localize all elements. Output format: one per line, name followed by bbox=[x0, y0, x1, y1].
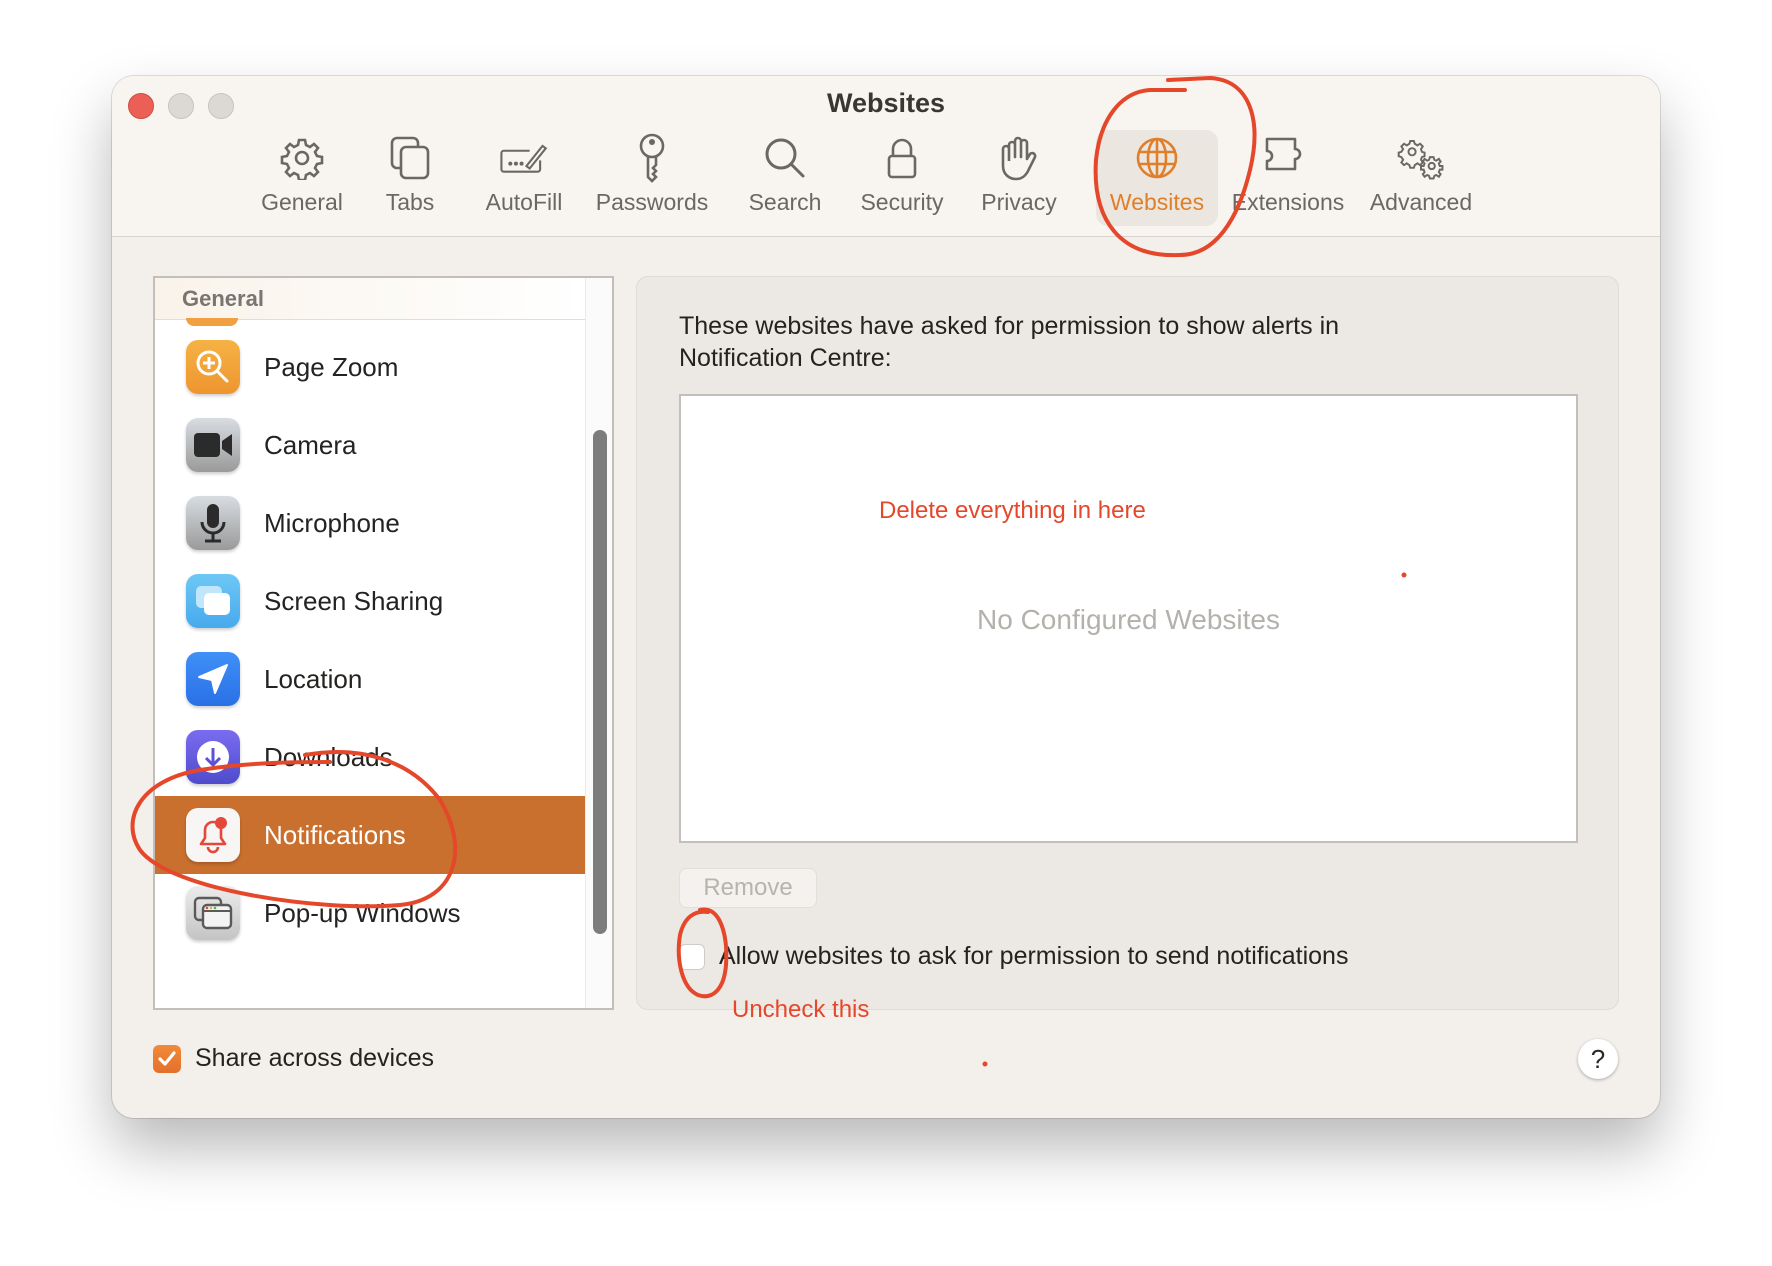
allow-permission-checkbox[interactable] bbox=[679, 943, 705, 970]
tab-label: AutoFill bbox=[485, 189, 563, 215]
sidebar-item-popup-windows[interactable]: Pop-up Windows bbox=[155, 874, 586, 952]
key-icon bbox=[627, 133, 677, 183]
camera-icon bbox=[186, 418, 240, 472]
sidebar-item-page-zoom[interactable]: Page Zoom bbox=[155, 328, 586, 406]
section-header: General bbox=[155, 278, 585, 320]
popup-windows-icon bbox=[186, 886, 240, 940]
item-label: Location bbox=[264, 663, 363, 694]
item-label: Downloads bbox=[264, 741, 393, 772]
sidebar-item-location[interactable]: Location bbox=[155, 640, 586, 718]
sidebar-item-notifications[interactable]: Notifications bbox=[155, 796, 586, 874]
annotation-delete-note: Delete everything in here bbox=[879, 497, 1146, 524]
remove-button[interactable]: Remove bbox=[679, 868, 817, 908]
share-across-devices-checkbox[interactable] bbox=[153, 1044, 181, 1073]
tab-tabs[interactable]: Tabs bbox=[365, 130, 455, 226]
settings-toolbar: General Tabs AutoFill Passwords Search S… bbox=[112, 130, 1660, 230]
lock-icon bbox=[877, 133, 927, 183]
tab-label: Tabs bbox=[385, 189, 435, 215]
sidebar-item-camera[interactable]: Camera bbox=[155, 406, 586, 484]
tab-security[interactable]: Security bbox=[847, 130, 957, 226]
tab-search[interactable]: Search bbox=[735, 130, 835, 226]
tabs-icon bbox=[385, 133, 435, 183]
scrollbar-track[interactable] bbox=[585, 278, 612, 1008]
tab-label: Extensions bbox=[1231, 189, 1345, 215]
notifications-panel: These websites have asked for permission… bbox=[636, 276, 1619, 1010]
tab-label: Websites bbox=[1109, 189, 1205, 215]
empty-list-message: No Configured Websites bbox=[977, 604, 1280, 635]
allow-permission-label[interactable]: Allow websites to ask for permission to … bbox=[719, 942, 1348, 971]
hand-icon bbox=[994, 133, 1044, 183]
item-label: Microphone bbox=[264, 507, 400, 538]
gears-icon bbox=[1396, 133, 1446, 183]
tab-label: General bbox=[261, 189, 343, 215]
sidebar-item-downloads[interactable]: Downloads bbox=[155, 718, 586, 796]
share-across-devices-row[interactable]: Share across devices bbox=[153, 1044, 434, 1073]
tab-label: Passwords bbox=[595, 189, 709, 215]
location-icon bbox=[186, 652, 240, 706]
tab-label: Security bbox=[860, 189, 944, 215]
help-button[interactable]: ? bbox=[1578, 1039, 1618, 1079]
panel-description: These websites have asked for permission… bbox=[679, 312, 1340, 372]
titlebar: Websites General Tabs AutoFill Passwords… bbox=[112, 76, 1660, 237]
item-label: Pop-up Windows bbox=[264, 897, 461, 928]
item-label: Screen Sharing bbox=[264, 585, 444, 616]
puzzle-icon bbox=[1263, 133, 1313, 183]
allow-permission-row[interactable]: Allow websites to ask for permission to … bbox=[679, 942, 1348, 971]
item-label: Notifications bbox=[264, 819, 406, 850]
microphone-icon bbox=[186, 496, 240, 550]
partial-list-icon bbox=[186, 318, 238, 326]
item-label: Page Zoom bbox=[264, 351, 399, 382]
tab-label: Advanced bbox=[1369, 189, 1473, 215]
tab-label: Privacy bbox=[981, 189, 1057, 215]
tab-privacy[interactable]: Privacy bbox=[969, 130, 1069, 226]
downloads-icon bbox=[186, 730, 240, 784]
share-across-devices-label[interactable]: Share across devices bbox=[195, 1044, 434, 1073]
autofill-icon bbox=[499, 133, 549, 183]
permission-category-list[interactable]: General Page Zoom Camera Microphone Scre… bbox=[153, 276, 614, 1010]
screen-sharing-icon bbox=[186, 574, 240, 628]
window-title: Websites bbox=[826, 88, 946, 118]
notifications-icon bbox=[186, 808, 240, 862]
tab-websites[interactable]: Websites bbox=[1096, 130, 1218, 226]
tab-autofill[interactable]: AutoFill bbox=[469, 130, 579, 226]
tab-advanced[interactable]: Advanced bbox=[1365, 130, 1477, 226]
scrollbar-thumb[interactable] bbox=[593, 430, 607, 934]
sidebar-item-screen-sharing[interactable]: Screen Sharing bbox=[155, 562, 586, 640]
gear-icon bbox=[277, 133, 327, 183]
tab-general[interactable]: General bbox=[252, 130, 352, 226]
tab-extensions[interactable]: Extensions bbox=[1230, 130, 1346, 226]
item-label: Camera bbox=[264, 429, 357, 460]
annotation-uncheck-note: Uncheck this bbox=[732, 996, 870, 1023]
tab-passwords[interactable]: Passwords bbox=[587, 130, 717, 226]
websites-list[interactable]: No Configured Websites bbox=[679, 394, 1578, 843]
tab-label: Search bbox=[748, 189, 822, 215]
safari-settings-window: Websites General Tabs AutoFill Passwords… bbox=[112, 76, 1660, 1118]
sidebar-item-microphone[interactable]: Microphone bbox=[155, 484, 586, 562]
search-icon bbox=[760, 133, 810, 183]
page-zoom-icon bbox=[186, 340, 240, 394]
globe-icon bbox=[1132, 133, 1182, 183]
checkmark-icon bbox=[158, 1050, 176, 1066]
